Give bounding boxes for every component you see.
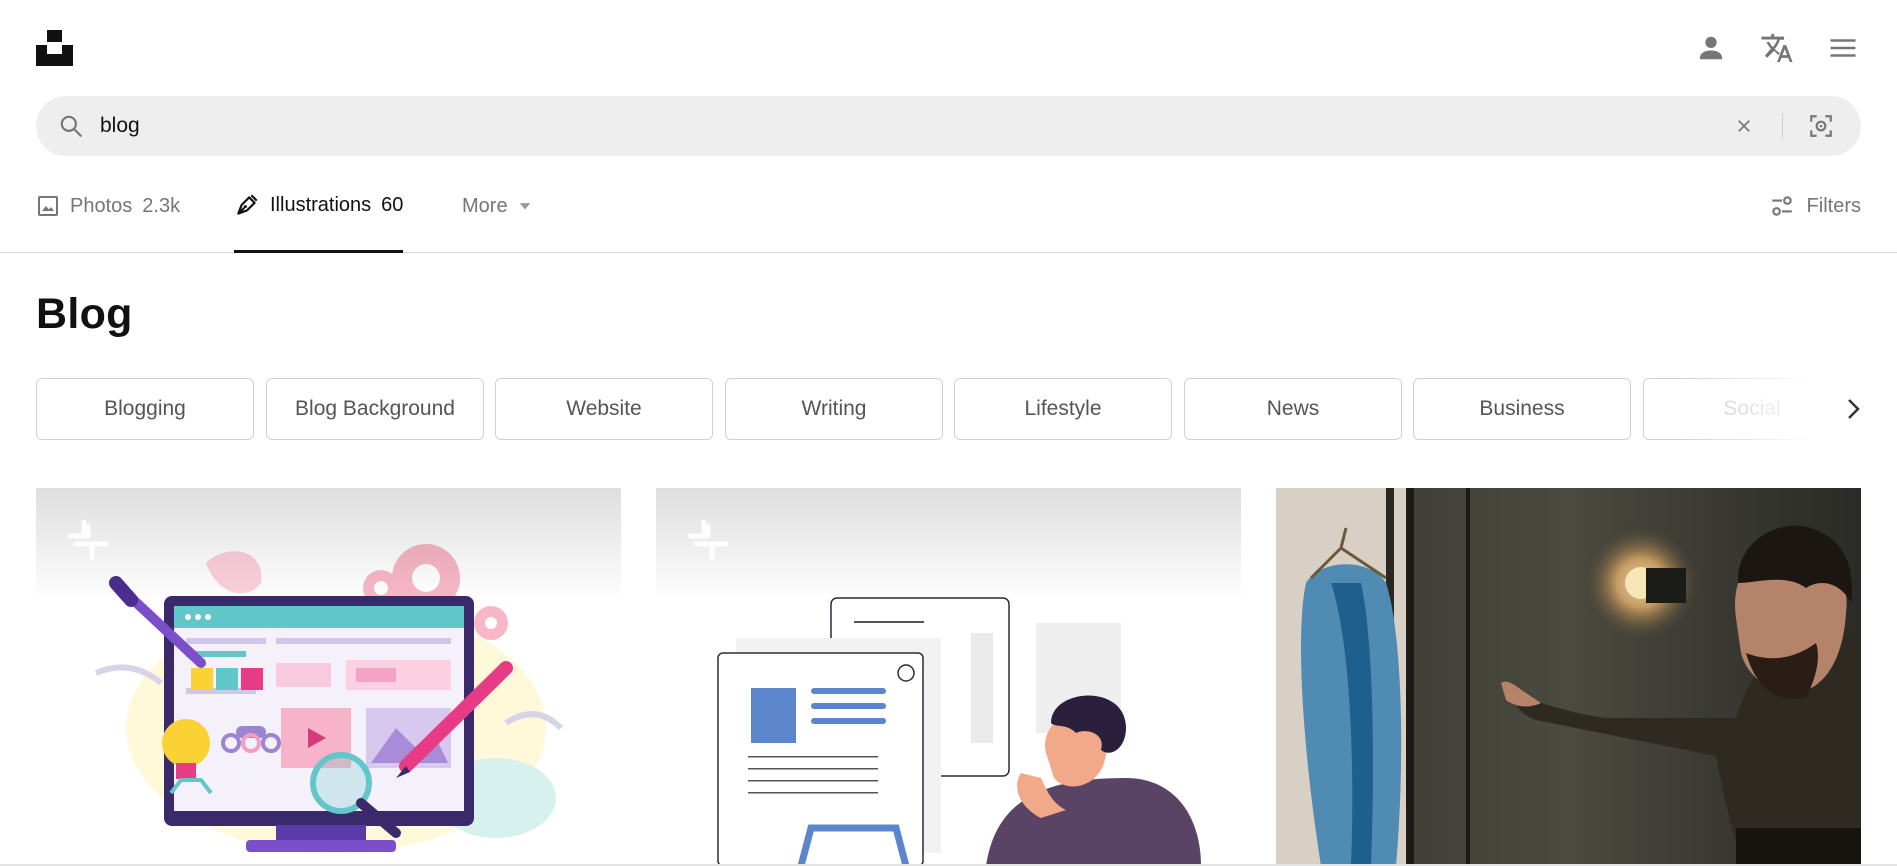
hamburger-menu-icon [1830,39,1856,57]
search-icon[interactable] [56,111,86,141]
filters-label: Filters [1806,194,1861,217]
illustration-badge-icon [686,518,730,567]
related-chip-blog-background[interactable]: Blog Background [266,378,484,440]
account-button[interactable] [1693,30,1729,66]
search-divider [1782,113,1783,139]
related-chip-website[interactable]: Website [495,378,713,440]
tab-photos-count: 2.3k [142,194,181,217]
tab-more-label: More [462,194,508,217]
related-chip-news[interactable]: News [1184,378,1402,440]
top-bar [0,0,1897,96]
result-card-photo-3[interactable] [1276,488,1861,866]
result-card-illustration-1[interactable] [36,488,621,866]
tab-illustrations-label: Illustrations [270,193,372,216]
visual-search-icon [1810,115,1832,137]
illustration-badge-icon [66,518,110,567]
search-input[interactable] [100,106,1726,146]
chevron-right-icon [1848,399,1860,419]
menu-button[interactable] [1825,30,1861,66]
translate-icon [1761,33,1793,63]
tab-photos[interactable]: Photos 2.3k [36,180,180,252]
card-top-shade [36,488,621,603]
visual-search-button[interactable] [1803,108,1839,144]
related-chip-writing[interactable]: Writing [725,378,943,440]
chips-scroll-right-button[interactable] [1825,390,1861,428]
card-top-shade [656,488,1241,603]
media-type-tabs: Photos 2.3k Illustrations 60 More Filter… [0,180,1897,253]
clear-search-button[interactable] [1726,108,1762,144]
related-chip-business[interactable]: Business [1413,378,1631,440]
search-bar [36,96,1861,156]
tab-illustrations-count: 60 [381,193,404,216]
photo-image [1276,488,1861,866]
image-icon [38,196,58,216]
unsplash-logo-icon[interactable] [36,30,73,66]
person-icon [1699,36,1723,60]
top-actions [1693,30,1861,66]
result-card-illustration-2[interactable] [656,488,1241,866]
filters-button[interactable]: Filters [1769,180,1861,232]
sliders-icon [1771,196,1792,216]
tab-illustrations[interactable]: Illustrations 60 [234,180,404,253]
page-title: Blog [36,290,133,338]
tab-photos-label: Photos [70,194,133,217]
tab-more[interactable]: More [462,180,532,252]
language-button[interactable] [1759,30,1795,66]
related-chip-blogging[interactable]: Blogging [36,378,254,440]
results-grid [36,488,1861,866]
related-chip-lifestyle[interactable]: Lifestyle [954,378,1172,440]
pen-nib-icon [237,194,258,215]
related-searches: Blogging Blog Background Website Writing… [36,378,1861,440]
close-icon [1738,120,1750,132]
caret-down-icon [519,203,530,210]
